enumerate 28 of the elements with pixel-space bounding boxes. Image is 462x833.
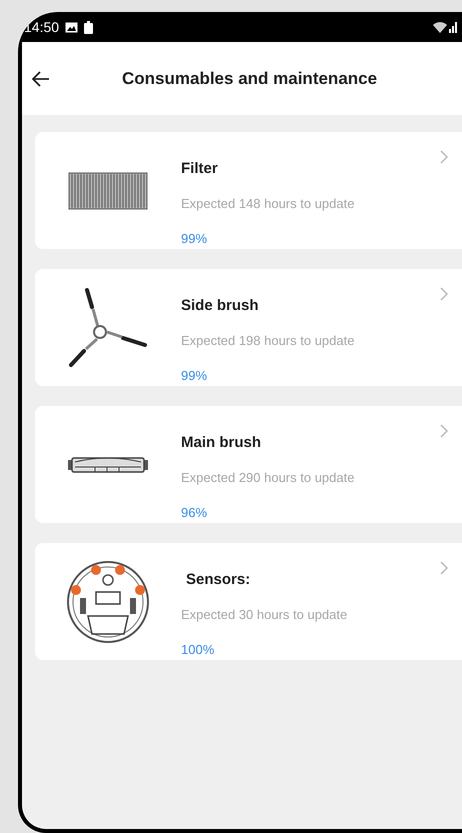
chevron-icon (440, 424, 448, 438)
item-name: Main brush (181, 433, 262, 453)
battery-icon (84, 20, 94, 34)
remaining-percent: 99% (181, 230, 208, 248)
remaining-percent: 100% (181, 641, 216, 659)
item-name: Sensors: (185, 570, 252, 590)
expected-hours: Expected 148 hours to update (181, 194, 354, 213)
robot-vacuum-icon (66, 560, 150, 644)
remaining-percent: 96% (181, 504, 208, 522)
filter-icon (68, 172, 148, 210)
consumable-card[interactable]: Main brush Expected 290 hours to update 96% (35, 406, 462, 523)
expected-hours: Expected 30 hours to update (181, 606, 348, 624)
consumable-card[interactable]: Side brush Expected 198 hours to update 99% (35, 269, 462, 386)
expected-hours: Expected 290 hours to update (181, 468, 354, 487)
chevron-icon (440, 150, 448, 164)
expected-hours: Expected 198 hours to update (181, 332, 354, 350)
item-name: Filter (181, 159, 219, 179)
side-brush-icon (67, 286, 149, 368)
chevron-icon (440, 561, 448, 575)
consumable-card[interactable]: Filter Expected 148 hours to update 99% (35, 132, 462, 249)
remaining-percent: 99% (181, 367, 208, 385)
back-icon[interactable] (32, 70, 50, 86)
item-name: Side brush (181, 296, 260, 316)
image-icon (65, 22, 78, 32)
page-title: Consumables and maintenance (122, 68, 378, 90)
chevron-icon (440, 287, 448, 301)
signal-icon (432, 20, 458, 34)
consumable-card[interactable]: Sensors: Expected 30 hours to update 100% (35, 543, 462, 660)
